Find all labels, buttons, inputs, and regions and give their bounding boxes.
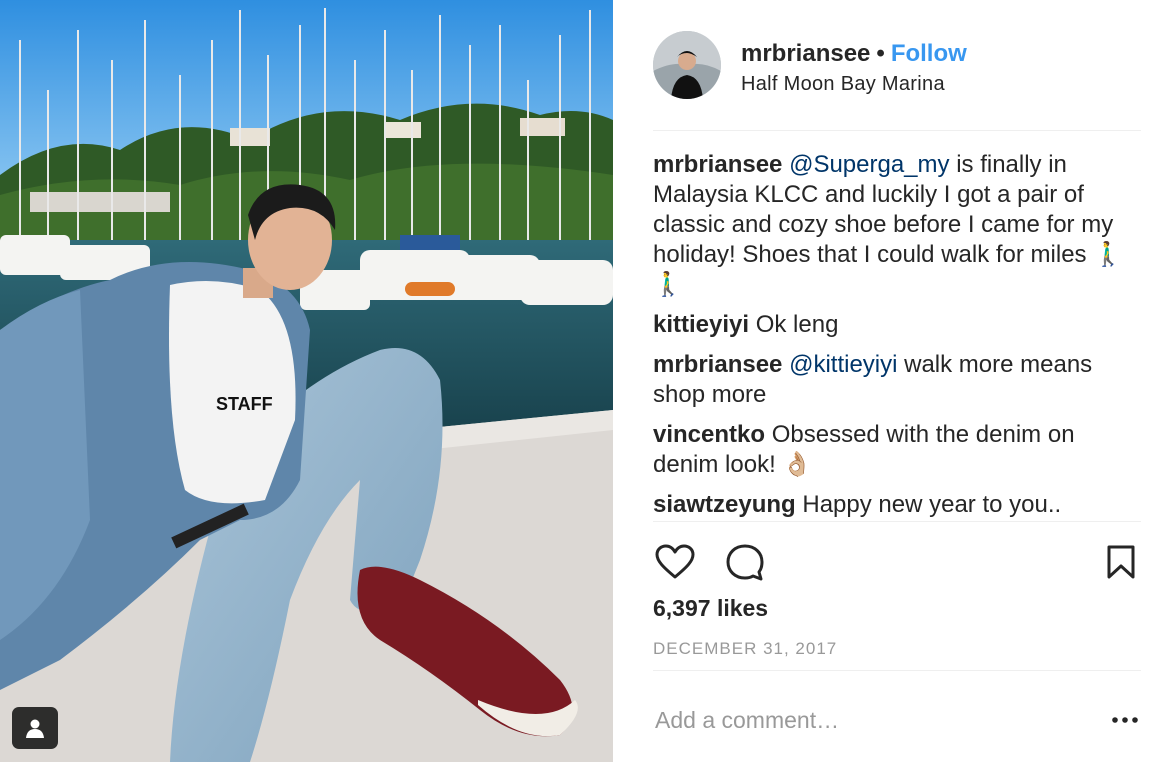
comments-list[interactable]: mrbriansee @Superga_my is finally in Mal…: [653, 150, 1141, 522]
post-photo[interactable]: STAFF: [0, 0, 613, 762]
like-button[interactable]: [653, 540, 697, 584]
user-tag-icon: [26, 719, 44, 738]
likes-count[interactable]: 6,397 likes: [653, 595, 768, 622]
comment-mention[interactable]: @Superga_my: [789, 151, 949, 178]
location-link[interactable]: Half Moon Bay Marina: [741, 73, 945, 96]
separator-dot: •: [876, 40, 885, 67]
post-date[interactable]: DECEMBER 31, 2017: [653, 639, 837, 659]
post-image: STAFF: [0, 0, 613, 762]
comment-text: Ok leng: [749, 311, 839, 338]
list-item: vincentko Obsessed with the denim on den…: [653, 420, 1141, 480]
divider: [653, 670, 1141, 671]
bookmark-icon: [1107, 545, 1135, 579]
comment-username[interactable]: mrbriansee: [653, 351, 782, 378]
svg-text:STAFF: STAFF: [216, 394, 273, 414]
add-comment-section: [653, 694, 1141, 746]
comment-username[interactable]: kittieyiyi: [653, 311, 749, 338]
comment-username[interactable]: siawtzeyung: [653, 491, 796, 518]
comment-input[interactable]: [653, 698, 1073, 742]
username-line: mrbriansee • Follow: [741, 40, 967, 68]
follow-button[interactable]: Follow: [891, 40, 967, 67]
user-tag-button[interactable]: [12, 707, 58, 749]
post-sidebar: mrbriansee • Follow Half Moon Bay Marina m…: [613, 0, 1154, 762]
post-header: mrbriansee • Follow Half Moon Bay Marina: [653, 31, 1141, 131]
comment-button[interactable]: [723, 540, 767, 584]
list-item: kittieyiyi Ok leng: [653, 310, 1141, 340]
action-bar: [653, 540, 1141, 584]
comment-username[interactable]: vincentko: [653, 421, 765, 448]
comment-mention[interactable]: @kittieyiyi: [789, 351, 897, 378]
comment-icon: [726, 544, 764, 581]
username-link[interactable]: mrbriansee: [741, 40, 870, 67]
caption: mrbriansee @Superga_my is finally in Mal…: [653, 150, 1141, 300]
save-button[interactable]: [1099, 540, 1143, 584]
heart-icon: [655, 544, 695, 579]
list-item: siawtzeyung Happy new year to you..: [653, 490, 1141, 520]
more-options-button[interactable]: [1109, 706, 1141, 734]
comment-text: Happy new year to you..: [795, 491, 1062, 518]
avatar[interactable]: [653, 31, 721, 99]
avatar-image: [653, 31, 721, 99]
more-icon: [1112, 717, 1138, 723]
list-item: mrbriansee @kittieyiyi walk more means s…: [653, 350, 1141, 410]
comment-username[interactable]: mrbriansee: [653, 151, 782, 178]
